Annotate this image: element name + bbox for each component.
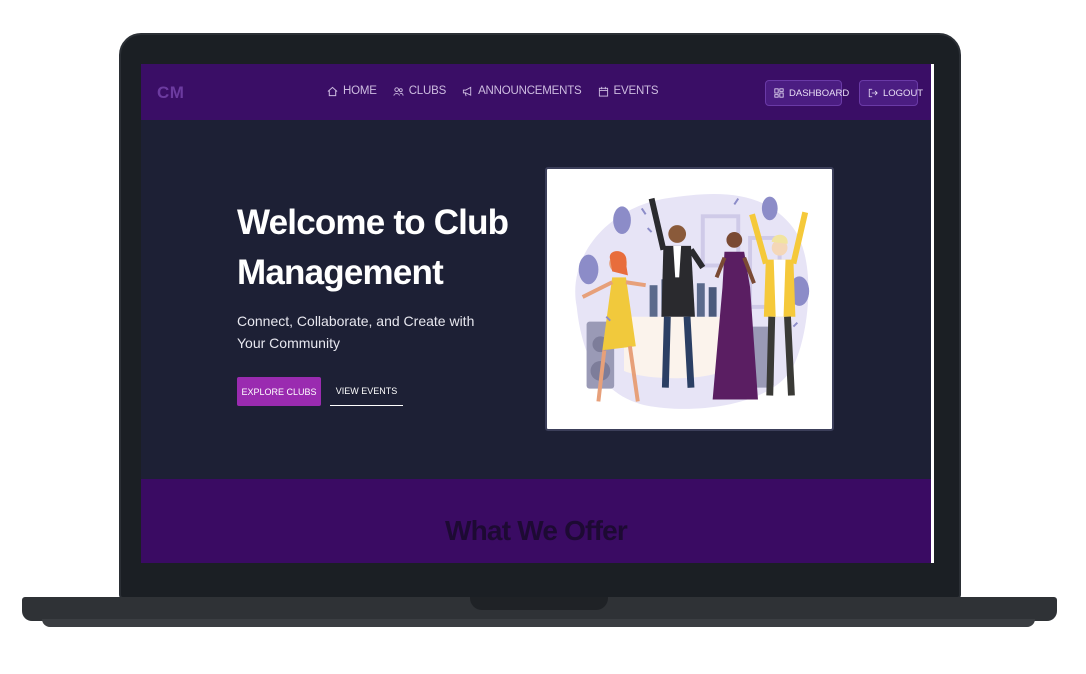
laptop-notch <box>470 597 608 610</box>
megaphone-icon <box>462 86 473 97</box>
nav-link-events[interactable]: EVENTS <box>598 85 659 97</box>
nav-link-label: EVENTS <box>613 85 659 97</box>
calendar-icon <box>598 86 609 97</box>
view-events-button[interactable]: VIEW EVENTS <box>330 377 403 406</box>
navbar: CM HOME CLUBS ANNOUNCEMENTS EVENTS DASHB… <box>141 64 931 120</box>
dashboard-button[interactable]: DASHBOARD <box>765 80 849 106</box>
hero-section: Welcome to Club Management Connect, Coll… <box>141 120 931 479</box>
nav-links: HOME CLUBS ANNOUNCEMENTS EVENTS <box>327 85 659 97</box>
logout-button[interactable]: LOGOUT <box>859 80 923 106</box>
explore-clubs-button[interactable]: EXPLORE CLUBS <box>237 377 321 406</box>
nav-link-clubs[interactable]: CLUBS <box>393 85 446 97</box>
nav-link-home[interactable]: HOME <box>327 85 377 97</box>
nav-link-announcements[interactable]: ANNOUNCEMENTS <box>462 85 582 97</box>
brand-logo[interactable]: CM <box>157 83 184 103</box>
dashboard-icon <box>774 88 784 98</box>
logout-icon <box>868 88 878 98</box>
nav-link-label: CLUBS <box>408 85 447 97</box>
nav-link-label: ANNOUNCEMENTS <box>478 85 582 97</box>
people-icon <box>393 86 404 97</box>
party-illustration <box>545 167 834 431</box>
screen: CM HOME CLUBS ANNOUNCEMENTS EVENTS DASHB… <box>141 64 934 563</box>
hero-title: Welcome to Club Management <box>237 203 509 292</box>
dashboard-label: DASHBOARD <box>789 87 850 99</box>
hero-subtitle: Connect, Collaborate, and Create with Yo… <box>237 313 475 351</box>
offer-title: What We Offer <box>445 515 628 546</box>
laptop-foot <box>42 619 1035 627</box>
logout-label: LOGOUT <box>883 87 924 99</box>
home-icon <box>327 86 338 97</box>
nav-link-label: HOME <box>343 85 377 97</box>
offer-section: What We Offer <box>141 479 931 563</box>
screen-edge <box>931 64 934 563</box>
